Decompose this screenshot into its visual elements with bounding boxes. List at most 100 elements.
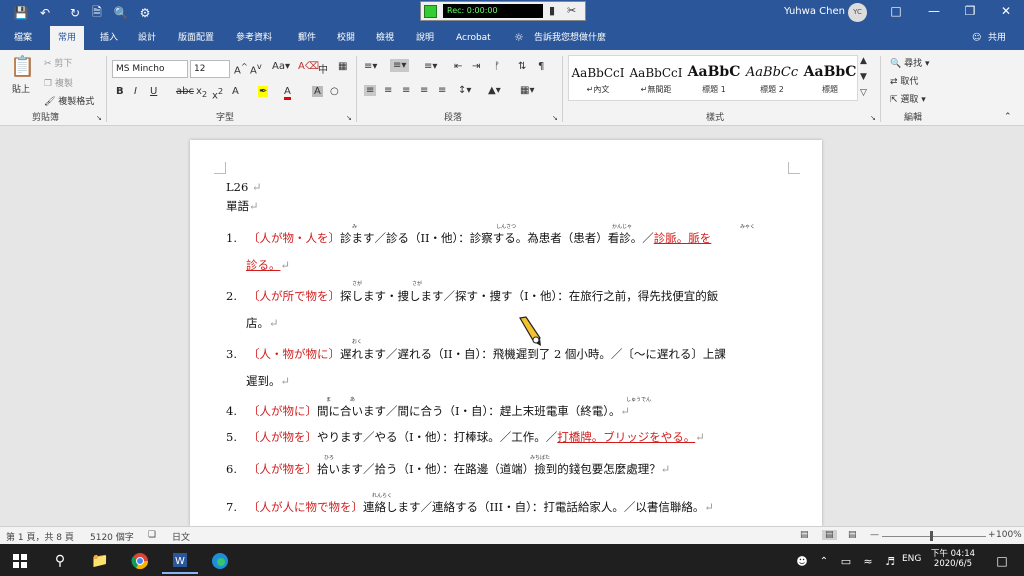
zoom-slider[interactable] — [882, 536, 986, 537]
character-shading-icon[interactable]: A — [312, 86, 323, 97]
input-language[interactable]: ENG — [902, 554, 921, 564]
styles-more-icon[interactable]: ▽ — [860, 88, 867, 98]
font-name-select[interactable]: MS Mincho — [112, 60, 188, 78]
style-heading-1[interactable]: AaBbC 標題 1 — [685, 56, 743, 102]
tab-help[interactable]: 說明 — [416, 26, 434, 50]
edge-icon[interactable] — [202, 548, 238, 574]
word-count[interactable]: 5120 個字 — [90, 530, 134, 543]
multilevel-list-icon[interactable]: ≡▾ — [424, 61, 437, 72]
decrease-indent-icon[interactable]: ⇤ — [454, 61, 462, 72]
chevron-up-icon[interactable]: ▲ — [860, 56, 867, 66]
web-layout-icon[interactable]: ▤ — [848, 530, 857, 540]
line-spacing-icon[interactable]: ↕▾ — [458, 85, 471, 96]
clock[interactable]: 下午 04:14 2020/6/5 — [930, 547, 976, 569]
tab-acrobat[interactable]: Acrobat — [456, 26, 491, 50]
format-painter-button[interactable]: 🖌 複製格式 — [44, 94, 94, 107]
tab-references[interactable]: 參考資料 — [236, 26, 272, 50]
replace-button[interactable]: ⇄ 取代 — [890, 74, 918, 87]
styles-launcher-icon[interactable]: ↘ — [870, 114, 876, 122]
subscript-button[interactable]: x2 — [196, 86, 207, 99]
zoom-slider-thumb[interactable] — [930, 531, 933, 541]
superscript-button[interactable]: x2 — [212, 86, 223, 101]
show-marks-icon[interactable]: ¶ — [538, 61, 544, 72]
share-button[interactable]: 共用 — [988, 26, 1006, 50]
enclose-character-icon[interactable]: ○ — [330, 86, 339, 97]
tell-me-search[interactable]: 告訴我您想做什麼 — [534, 26, 606, 50]
grow-font-icon[interactable]: A^ — [234, 61, 248, 76]
zoom-level[interactable]: 100% — [996, 530, 1022, 540]
sort-icon[interactable]: ⇅ — [518, 61, 526, 72]
clipboard-icon[interactable]: 📋 — [10, 54, 35, 78]
language-indicator[interactable]: 日文 — [172, 530, 190, 543]
zoom-in-icon[interactable]: + — [988, 530, 996, 540]
style-normal[interactable]: AaBbCcI ↵內文 — [569, 56, 627, 102]
tab-mailings[interactable]: 郵件 — [298, 26, 316, 50]
shrink-font-icon[interactable]: Av — [250, 61, 262, 76]
word-taskbar-icon[interactable]: W — [162, 548, 198, 574]
chrome-icon[interactable] — [122, 548, 158, 574]
select-button[interactable]: ⇱ 選取 ▾ — [890, 92, 926, 105]
copy-button[interactable]: ❐ 複製 — [44, 76, 73, 89]
increase-indent-icon[interactable]: ⇥ — [472, 61, 480, 72]
align-left-icon[interactable]: ≡ — [364, 85, 377, 96]
find-button[interactable]: 🔍 尋找 ▾ — [890, 56, 929, 69]
pause-icon[interactable]: ▮ — [549, 4, 555, 17]
bold-button[interactable]: B — [116, 86, 124, 97]
avatar[interactable]: YC — [848, 3, 867, 22]
tab-view[interactable]: 檢視 — [376, 26, 394, 50]
style-heading-2[interactable]: AaBbCc 標題 2 — [743, 56, 801, 102]
change-case-icon[interactable]: Aa▾ — [272, 61, 290, 72]
shading-icon[interactable]: ▲▾ — [488, 85, 501, 96]
phonetic-guide-icon[interactable]: 中 — [318, 61, 328, 76]
font-launcher-icon[interactable]: ↘ — [346, 114, 352, 122]
print-preview-icon[interactable]: 🔍 — [112, 4, 130, 22]
numbering-icon[interactable]: ≡▾ — [390, 59, 410, 72]
strikethrough-button[interactable]: abc — [176, 86, 194, 97]
file-explorer-icon[interactable]: 📁 — [82, 548, 118, 574]
paragraph-launcher-icon[interactable]: ↘ — [552, 114, 558, 122]
bullets-icon[interactable]: ≡▾ — [364, 61, 377, 72]
underline-button[interactable]: U — [150, 86, 157, 97]
document-page[interactable]: L26 ↵ 單語↵ み しんさつ かんじゃ みゃく さが さが おく ま あ し… — [190, 140, 822, 526]
read-mode-icon[interactable]: ▤ — [800, 530, 809, 540]
chevron-down-icon[interactable]: ▼ — [860, 72, 867, 82]
collapse-ribbon-icon[interactable]: ⌃ — [1004, 112, 1012, 122]
close-icon[interactable]: ✕ — [996, 4, 1016, 18]
notification-icon[interactable]: □ — [984, 548, 1020, 574]
tab-home[interactable]: 常用 — [50, 26, 85, 50]
undo-icon[interactable]: ↶ — [36, 4, 54, 22]
tab-insert[interactable]: 插入 — [100, 26, 118, 50]
clear-format-icon[interactable]: A⌫ — [298, 61, 319, 72]
paste-button[interactable]: 貼上 — [12, 82, 30, 95]
customize-icon[interactable]: ⚙ — [136, 4, 154, 22]
ribbon-display-icon[interactable]: □ — [886, 4, 906, 18]
redo-icon[interactable]: ↻ — [66, 4, 84, 22]
font-size-select[interactable]: 12 — [190, 60, 230, 78]
highlight-icon[interactable]: ✒ — [258, 86, 269, 97]
style-no-spacing[interactable]: AaBbCcI ↵無間距 — [627, 56, 685, 102]
clipboard-launcher-icon[interactable]: ↘ — [96, 114, 102, 122]
search-icon[interactable]: ⚲ — [42, 548, 78, 574]
scissors-icon[interactable]: ✂ — [567, 4, 576, 17]
restore-icon[interactable]: ❐ — [960, 4, 980, 18]
new-document-icon[interactable]: 🗎 — [88, 4, 106, 22]
style-title[interactable]: AaBbC 標題 — [801, 56, 859, 102]
italic-button[interactable]: I — [134, 86, 137, 97]
tab-file[interactable]: 檔案 — [14, 26, 32, 50]
windows-start-icon[interactable] — [2, 548, 38, 574]
distributed-icon[interactable]: ≡ — [438, 85, 446, 96]
print-layout-icon[interactable]: ▤ — [822, 530, 837, 540]
minimize-icon[interactable]: — — [924, 4, 944, 18]
font-color-icon[interactable]: A — [284, 86, 291, 100]
cut-button[interactable]: ✂ 剪下 — [44, 56, 72, 69]
tab-layout[interactable]: 版面配置 — [178, 26, 214, 50]
align-center-icon[interactable]: ≡ — [384, 85, 392, 96]
character-border-icon[interactable]: ▦ — [338, 61, 347, 72]
justify-icon[interactable]: ≡ — [420, 85, 428, 96]
align-right-icon[interactable]: ≡ — [402, 85, 410, 96]
tab-design[interactable]: 設計 — [138, 26, 156, 50]
zoom-out-icon[interactable]: — — [870, 530, 879, 540]
save-icon[interactable]: 💾 — [12, 4, 30, 22]
record-button[interactable] — [424, 5, 437, 18]
tab-review[interactable]: 校閱 — [337, 26, 355, 50]
